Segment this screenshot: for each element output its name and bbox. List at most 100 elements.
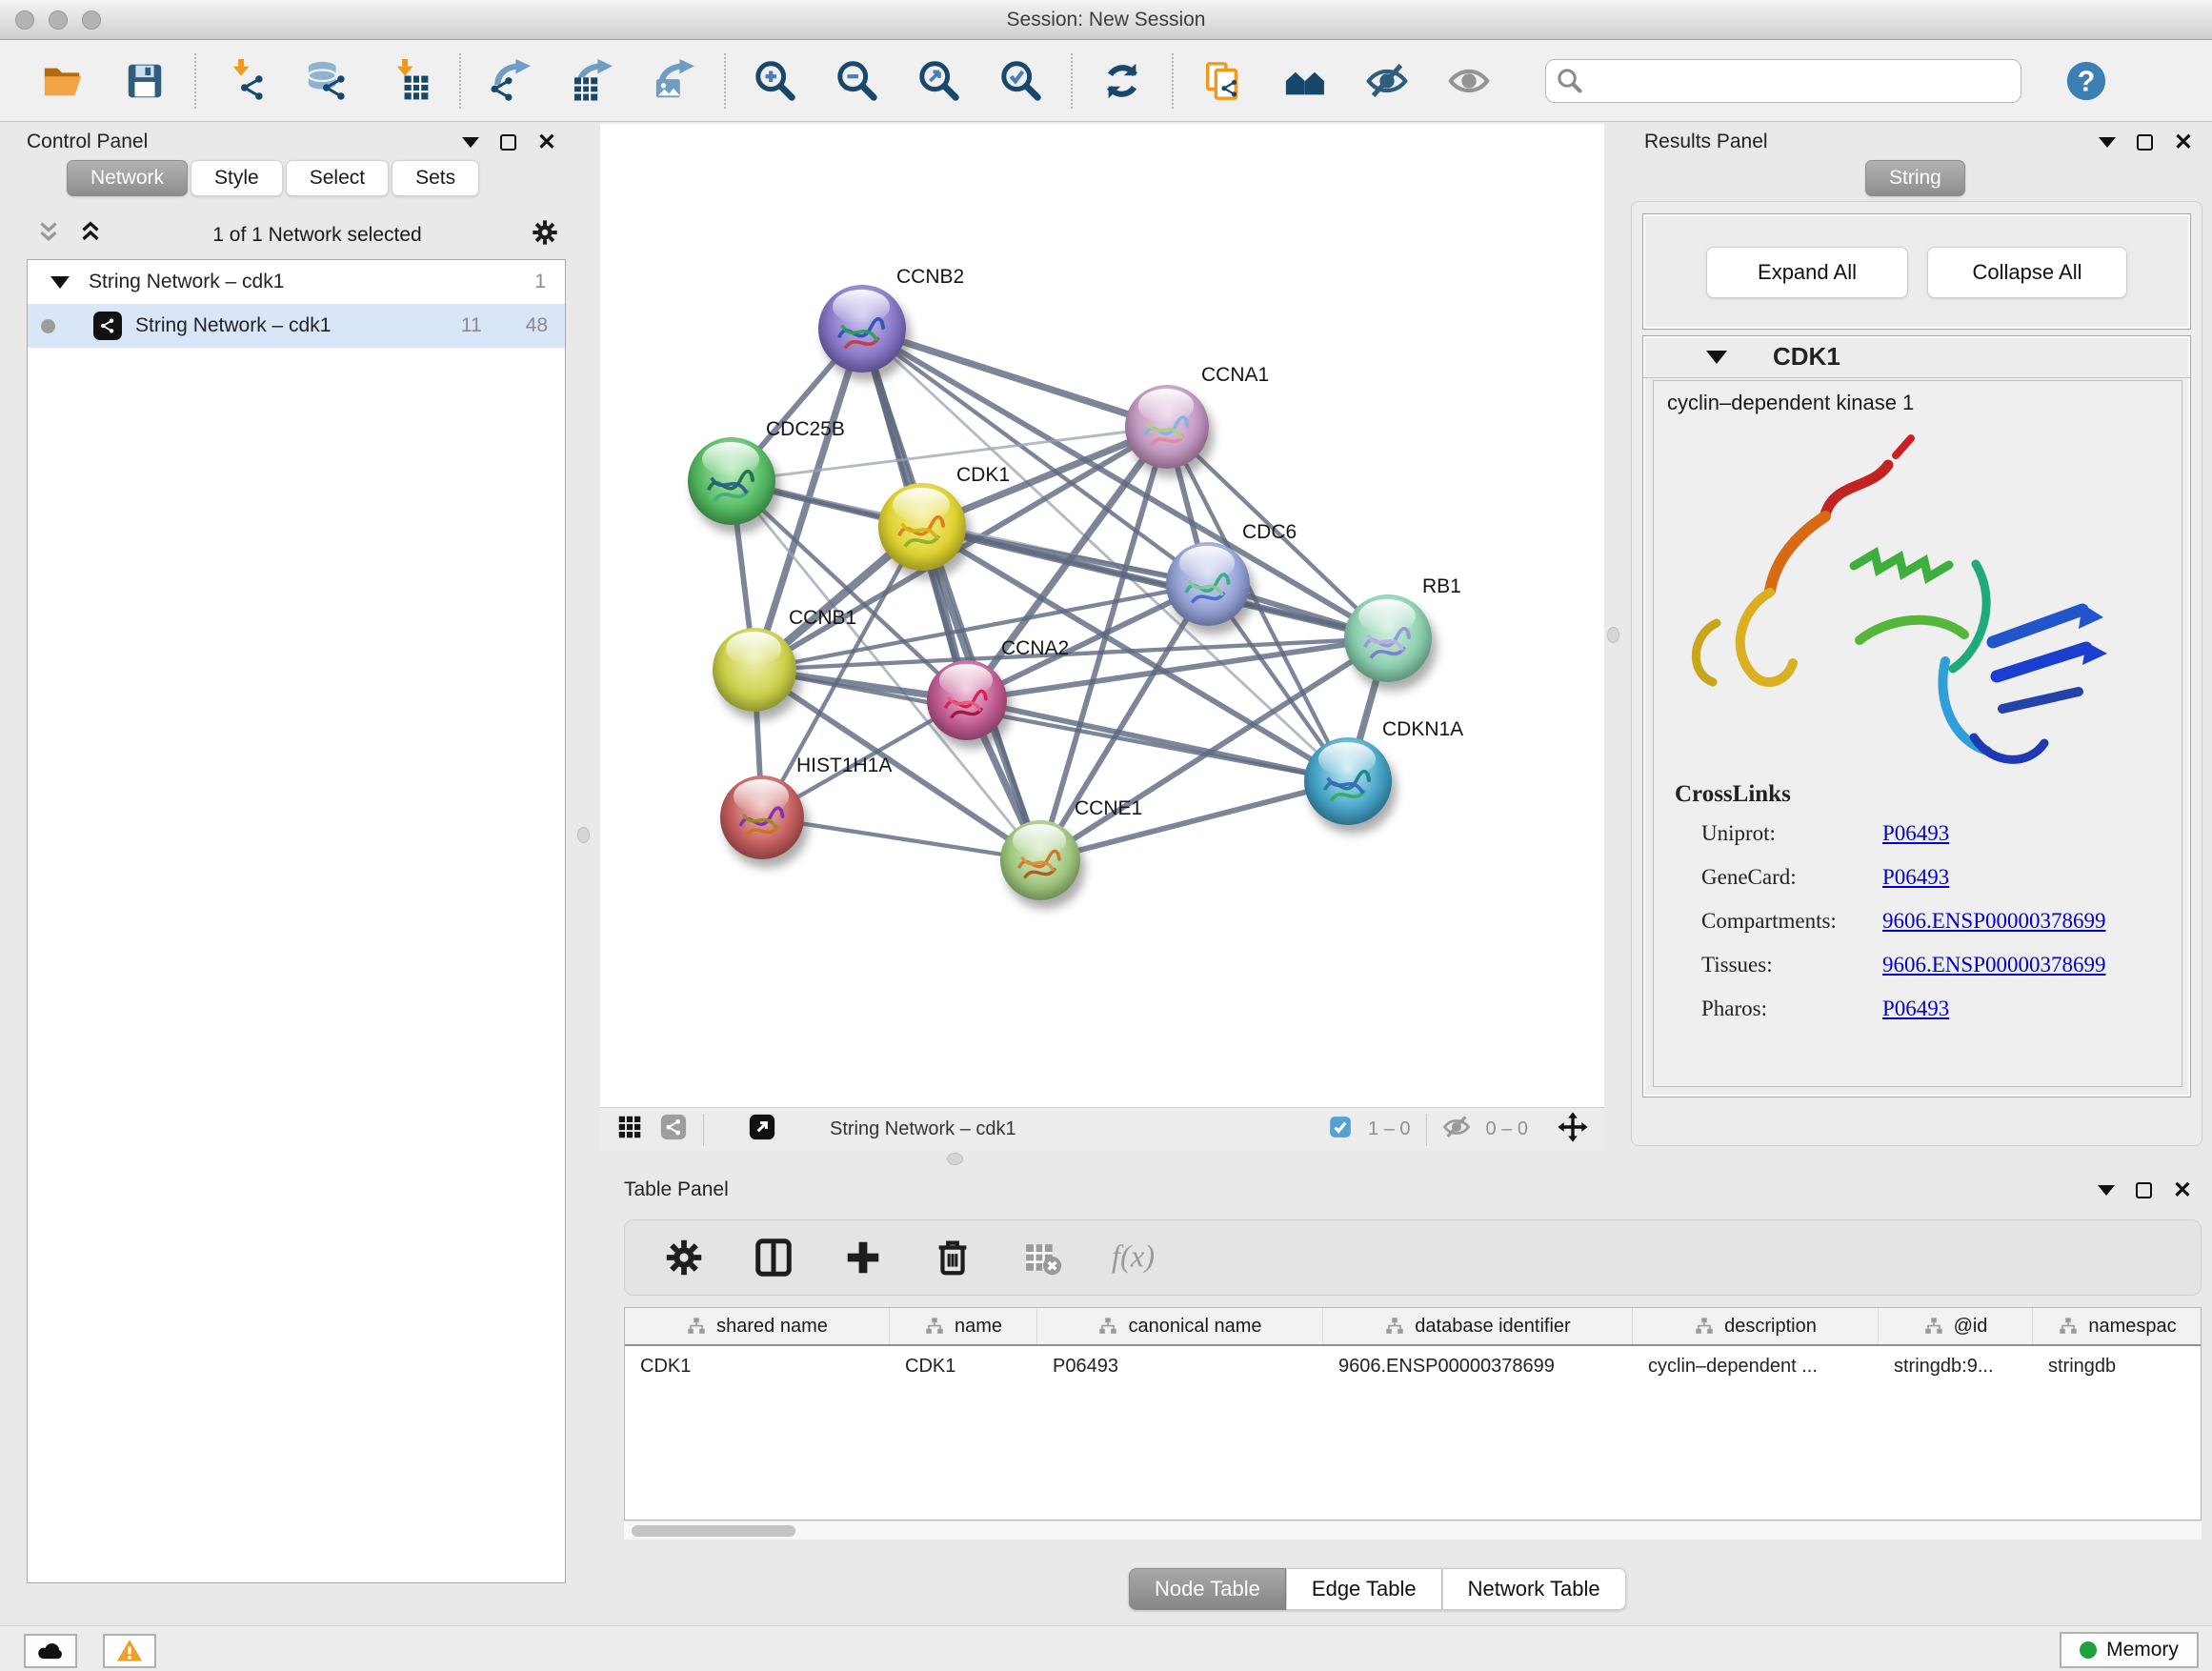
table-gear-button[interactable]: [659, 1233, 709, 1282]
crosslink-link[interactable]: 9606.ENSP00000378699: [1882, 953, 2106, 976]
table-horizontal-scrollbar[interactable]: [624, 1520, 2202, 1540]
open-session-button[interactable]: [38, 56, 88, 106]
network-node-CCNA2[interactable]: [927, 660, 1007, 740]
tree-expand-icon[interactable]: [50, 276, 70, 289]
control-panel-float-icon[interactable]: [500, 134, 516, 151]
column-header-canonical-name[interactable]: canonical name: [1037, 1308, 1323, 1344]
column-header--id[interactable]: @id: [1879, 1308, 2033, 1344]
show-panels-button[interactable]: [1444, 56, 1494, 106]
results-panel-close-icon[interactable]: ✕: [2174, 134, 2193, 151]
table-plus-button[interactable]: [838, 1233, 888, 1282]
share-view-icon[interactable]: [659, 1113, 688, 1146]
entry-header[interactable]: CDK1: [1643, 336, 2190, 378]
horizontal-splitter-handle[interactable]: [947, 1153, 963, 1165]
network-canvas[interactable]: CCNB2CCNA1CDC25BCDK1CDC6RB1CCNB1CCNA2CDK…: [600, 124, 1604, 1107]
expand-all-networks-icon[interactable]: [76, 218, 105, 252]
zoom-in-button[interactable]: [751, 56, 800, 106]
network-node-CDK1[interactable]: [878, 483, 966, 571]
window-minimize-button[interactable]: [49, 10, 68, 30]
memory-button[interactable]: Memory: [2060, 1632, 2199, 1668]
column-header-namespac[interactable]: namespac: [2033, 1308, 2202, 1344]
window-maximize-button[interactable]: [82, 10, 101, 30]
pan-mode-icon[interactable]: [1557, 1111, 1589, 1148]
zoom-out-button[interactable]: [833, 56, 882, 106]
refresh-button[interactable]: [1097, 56, 1147, 106]
network-node-CCNB1[interactable]: [713, 628, 796, 712]
table-panel-float-icon[interactable]: [2136, 1182, 2152, 1198]
tab-select[interactable]: Select: [286, 160, 389, 196]
network-tree-item-row[interactable]: String Network – cdk1 11 48: [28, 304, 565, 348]
table-columns-button[interactable]: [749, 1233, 798, 1282]
network-node-RB1[interactable]: [1344, 594, 1432, 682]
window-close-button[interactable]: [15, 10, 34, 30]
network-node-CDKN1A[interactable]: [1304, 737, 1392, 825]
birdseye-toggle-icon[interactable]: [748, 1113, 776, 1146]
table-trash-button[interactable]: [928, 1233, 977, 1282]
network-node-CDC6[interactable]: [1166, 542, 1250, 626]
grid-view-icon[interactable]: [615, 1113, 644, 1146]
table-cell[interactable]: stringdb:9...: [1879, 1346, 2033, 1386]
tab-node-table[interactable]: Node Table: [1129, 1568, 1286, 1610]
table-cell[interactable]: CDK1: [625, 1346, 890, 1386]
table-fx-button[interactable]: f(x): [1107, 1233, 1156, 1282]
column-header-description[interactable]: description: [1633, 1308, 1879, 1344]
network-edge[interactable]: [1040, 781, 1348, 860]
network-node-CCNB2[interactable]: [818, 285, 906, 372]
column-header-database-identifier[interactable]: database identifier: [1323, 1308, 1633, 1344]
network-options-gear-icon[interactable]: [530, 217, 560, 253]
tab-network-table[interactable]: Network Table: [1442, 1568, 1626, 1610]
network-tree-root-row[interactable]: String Network – cdk1 1: [28, 260, 565, 304]
network-node-CCNA1[interactable]: [1125, 385, 1209, 469]
clone-network-button[interactable]: [1198, 56, 1248, 106]
control-panel-close-icon[interactable]: ✕: [537, 134, 556, 151]
hide-panels-button[interactable]: [1362, 56, 1412, 106]
crosslink-link[interactable]: 9606.ENSP00000378699: [1882, 909, 2106, 933]
column-header-name[interactable]: name: [890, 1308, 1037, 1344]
export-table-button[interactable]: [568, 56, 617, 106]
import-database-button[interactable]: [303, 56, 352, 106]
table-table-remove-button[interactable]: [1017, 1233, 1067, 1282]
results-panel-float-icon[interactable]: [2137, 134, 2153, 151]
zoom-selected-button[interactable]: [996, 56, 1046, 106]
import-table-button[interactable]: [385, 56, 434, 106]
crosslink-link[interactable]: P06493: [1882, 865, 1949, 889]
export-network-button[interactable]: [486, 56, 535, 106]
tab-network[interactable]: Network: [67, 160, 188, 196]
home-button[interactable]: [1280, 56, 1330, 106]
network-node-CCNE1[interactable]: [1000, 820, 1080, 900]
collapse-all-button[interactable]: Collapse All: [1927, 247, 2127, 298]
column-header-shared-name[interactable]: shared name: [625, 1308, 890, 1344]
entry-collapse-icon[interactable]: [1706, 351, 1727, 364]
selected-checkbox-icon[interactable]: [1328, 1115, 1353, 1144]
hidden-eye-icon[interactable]: [1442, 1113, 1471, 1146]
table-row[interactable]: CDK1CDK1P064939606.ENSP00000378699cyclin…: [625, 1346, 2201, 1386]
help-button[interactable]: ?: [2061, 56, 2111, 106]
table-cell[interactable]: stringdb: [2033, 1346, 2202, 1386]
table-cell[interactable]: 9606.ENSP00000378699: [1323, 1346, 1633, 1386]
tab-string[interactable]: String: [1865, 160, 1965, 196]
import-network-button[interactable]: [221, 56, 271, 106]
table-cell[interactable]: cyclin–dependent ...: [1633, 1346, 1879, 1386]
table-cell[interactable]: CDK1: [890, 1346, 1037, 1386]
network-node-HIST1H1A[interactable]: [720, 775, 804, 859]
cloud-button[interactable]: [24, 1634, 77, 1668]
network-edge[interactable]: [762, 817, 1040, 860]
scrollbar-thumb[interactable]: [632, 1525, 795, 1537]
table-panel-close-icon[interactable]: ✕: [2173, 1182, 2192, 1198]
crosslink-link[interactable]: P06493: [1882, 997, 1949, 1020]
table-cell[interactable]: P06493: [1037, 1346, 1323, 1386]
tab-sets[interactable]: Sets: [392, 160, 479, 196]
crosslink-link[interactable]: P06493: [1882, 821, 1949, 845]
network-node-CDC25B[interactable]: [688, 437, 775, 525]
expand-all-button[interactable]: Expand All: [1706, 247, 1908, 298]
right-splitter-handle[interactable]: [1607, 627, 1619, 643]
left-splitter-handle[interactable]: [577, 827, 590, 843]
results-panel-menu-icon[interactable]: [2099, 137, 2116, 148]
tab-style[interactable]: Style: [191, 160, 283, 196]
control-panel-menu-icon[interactable]: [462, 137, 479, 148]
save-session-button[interactable]: [120, 56, 170, 106]
zoom-fit-button[interactable]: [915, 56, 964, 106]
network-edge[interactable]: [967, 700, 1348, 781]
search-input[interactable]: [1545, 59, 2021, 103]
table-panel-menu-icon[interactable]: [2098, 1185, 2115, 1196]
